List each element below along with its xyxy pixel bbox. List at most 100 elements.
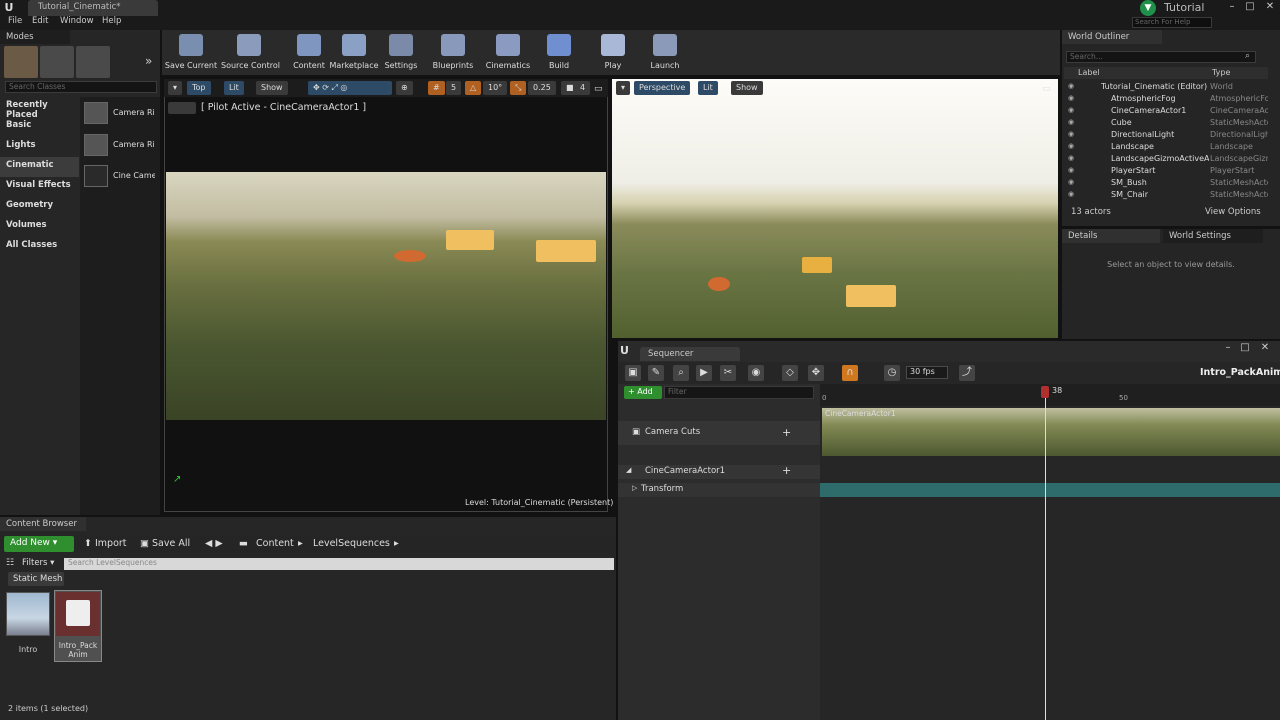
help-search-input[interactable]: Search For Help: [1132, 17, 1212, 28]
fps-select[interactable]: 30 fps: [906, 366, 948, 379]
curve-editor-icon[interactable]: ⤴: [959, 365, 975, 381]
grid-snap-icon[interactable]: #: [428, 81, 445, 95]
menu-window[interactable]: Window: [60, 16, 94, 26]
camera-cuts-track[interactable]: ▣ Camera Cuts +: [618, 421, 820, 445]
category-cinematic[interactable]: Cinematic: [0, 157, 79, 177]
outliner-row[interactable]: ◉ DirectionalLight DirectionalLight: [1064, 129, 1268, 141]
expand-icon[interactable]: ◢: [626, 466, 631, 474]
source-control-button[interactable]: Source Control: [221, 32, 280, 74]
document-tab[interactable]: Tutorial_Cinematic*: [28, 0, 158, 16]
outliner-tab[interactable]: World Outliner: [1062, 30, 1162, 44]
playhead[interactable]: [1045, 386, 1046, 720]
scale-snap-value[interactable]: 0.25: [528, 81, 556, 95]
find-icon[interactable]: ⌕: [673, 365, 689, 381]
lit-mode-button[interactable]: Lit: [698, 81, 718, 95]
maximize-viewport-icon[interactable]: ▭: [1042, 84, 1051, 94]
placeable-item[interactable]: Cine Came: [82, 163, 158, 191]
transform-tools-icon[interactable]: ✥ ⟳ ⤢ ◎: [308, 81, 392, 95]
outliner-row[interactable]: ◉ Cube StaticMeshActor: [1064, 117, 1268, 129]
static-mesh-filter-chip[interactable]: Static Mesh: [8, 572, 64, 586]
category-volumes[interactable]: Volumes: [0, 217, 79, 237]
maximize-icon[interactable]: □: [1237, 341, 1253, 355]
outliner-row[interactable]: ◉ CineCameraActor1 CineCameraActor: [1064, 105, 1268, 117]
view-top-button[interactable]: Top: [187, 81, 211, 95]
outliner-row[interactable]: ◉ Tutorial_Cinematic (Editor) World: [1064, 81, 1268, 93]
search-classes-input[interactable]: Search Classes: [5, 81, 157, 93]
column-type[interactable]: Type: [1212, 68, 1230, 77]
visibility-icon[interactable]: ◉: [1068, 190, 1074, 198]
build-button[interactable]: Build: [531, 32, 587, 74]
outliner-row[interactable]: ◉ Landscape Landscape: [1064, 141, 1268, 153]
menu-edit[interactable]: Edit: [32, 16, 48, 26]
rotation-snap-value[interactable]: 10°: [483, 81, 508, 95]
modes-tab[interactable]: Modes: [0, 30, 70, 44]
scale-snap-icon[interactable]: ⤡: [510, 81, 527, 95]
save-all-button[interactable]: ▣ Save All: [140, 538, 190, 549]
menu-file[interactable]: File: [8, 16, 22, 26]
transform-section[interactable]: [820, 483, 1280, 497]
outliner-row[interactable]: ◉ PlayerStart PlayerStart: [1064, 165, 1268, 177]
key-icon[interactable]: ◇: [782, 365, 798, 381]
save-as-icon[interactable]: ✎: [648, 365, 664, 381]
menu-help[interactable]: Help: [102, 16, 121, 26]
category-recently-placed[interactable]: Recently Placed: [0, 97, 79, 120]
perspective-button[interactable]: Perspective: [634, 81, 691, 95]
surface-snap-icon[interactable]: ⊕: [396, 81, 413, 95]
cinematics-button[interactable]: Cinematics: [480, 32, 536, 74]
outliner-row[interactable]: ◉ LandscapeGizmoActiveActorLandscapeGizmo: [1064, 153, 1268, 165]
placeable-item[interactable]: Camera Ri: [82, 132, 158, 160]
actor-track[interactable]: ◢ CineCameraActor1 +: [618, 464, 820, 479]
time-ruler[interactable]: [820, 384, 1280, 406]
playhead-handle[interactable]: [1041, 386, 1049, 398]
perspective-viewport[interactable]: [612, 79, 1058, 338]
column-label[interactable]: Label: [1078, 68, 1100, 77]
view-options-icon[interactable]: ◉: [748, 365, 764, 381]
placeable-item[interactable]: Camera Ri: [82, 100, 158, 128]
close-icon[interactable]: ✕: [1262, 0, 1278, 14]
minimize-icon[interactable]: –: [1220, 341, 1236, 355]
maximize-viewport-icon[interactable]: ▭: [594, 84, 603, 94]
save-icon[interactable]: ▣: [625, 365, 641, 381]
category-basic[interactable]: Basic: [0, 117, 79, 137]
maximize-icon[interactable]: □: [1242, 0, 1258, 14]
camera-speed-value[interactable]: 4: [575, 81, 591, 95]
add-icon[interactable]: +: [782, 426, 791, 439]
auto-key-icon[interactable]: ✥: [808, 365, 824, 381]
content-browser-tab[interactable]: Content Browser: [0, 517, 86, 531]
filters-button[interactable]: Filters ▾: [22, 558, 54, 568]
visibility-icon[interactable]: ◉: [1068, 178, 1074, 186]
close-icon[interactable]: ✕: [1257, 341, 1273, 355]
minimize-icon[interactable]: –: [1224, 0, 1240, 14]
view-options-button[interactable]: View Options: [1205, 207, 1261, 217]
add-icon[interactable]: +: [782, 464, 791, 477]
outliner-search-input[interactable]: Search...: [1066, 51, 1256, 63]
category-all-classes[interactable]: All Classes: [0, 237, 79, 257]
outliner-row[interactable]: ◉ AtmosphericFog AtmosphericFog: [1064, 93, 1268, 105]
details-tab[interactable]: Details: [1062, 229, 1160, 243]
paint-mode-icon[interactable]: [40, 46, 74, 78]
import-button[interactable]: ⬆ Import: [84, 538, 127, 549]
world-settings-tab[interactable]: World Settings: [1163, 229, 1263, 243]
outliner-row[interactable]: ◉ SM_Chair StaticMeshActor: [1064, 189, 1268, 201]
sequencer-tab[interactable]: Sequencer: [640, 347, 740, 361]
save-current-button[interactable]: Save Current: [163, 32, 219, 74]
history-arrows-icon[interactable]: ◀ ▶: [205, 538, 223, 549]
more-modes-icon[interactable]: »: [145, 54, 152, 68]
transform-track[interactable]: ▷ Transform: [618, 483, 820, 497]
render-movie-icon[interactable]: ▶: [696, 365, 712, 381]
add-track-button[interactable]: + Add: [624, 386, 662, 399]
grid-size[interactable]: 5: [446, 81, 462, 95]
viewport2-menu-button[interactable]: ▾: [616, 81, 631, 95]
viewport-menu-button[interactable]: ▾: [168, 81, 183, 95]
path-levelsequences[interactable]: LevelSequences: [313, 538, 390, 549]
show-button[interactable]: Show: [731, 81, 763, 95]
snap-icon[interactable]: ∩: [842, 365, 858, 381]
camera-cut-icon[interactable]: ✂: [720, 365, 736, 381]
category-geometry[interactable]: Geometry: [0, 197, 79, 217]
play-button[interactable]: Play: [585, 32, 641, 74]
visibility-icon[interactable]: ◉: [1068, 82, 1074, 90]
show-button[interactable]: Show: [256, 81, 288, 95]
path-content[interactable]: Content: [256, 538, 294, 549]
visibility-icon[interactable]: ◉: [1068, 130, 1074, 138]
landscape-mode-icon[interactable]: [76, 46, 110, 78]
